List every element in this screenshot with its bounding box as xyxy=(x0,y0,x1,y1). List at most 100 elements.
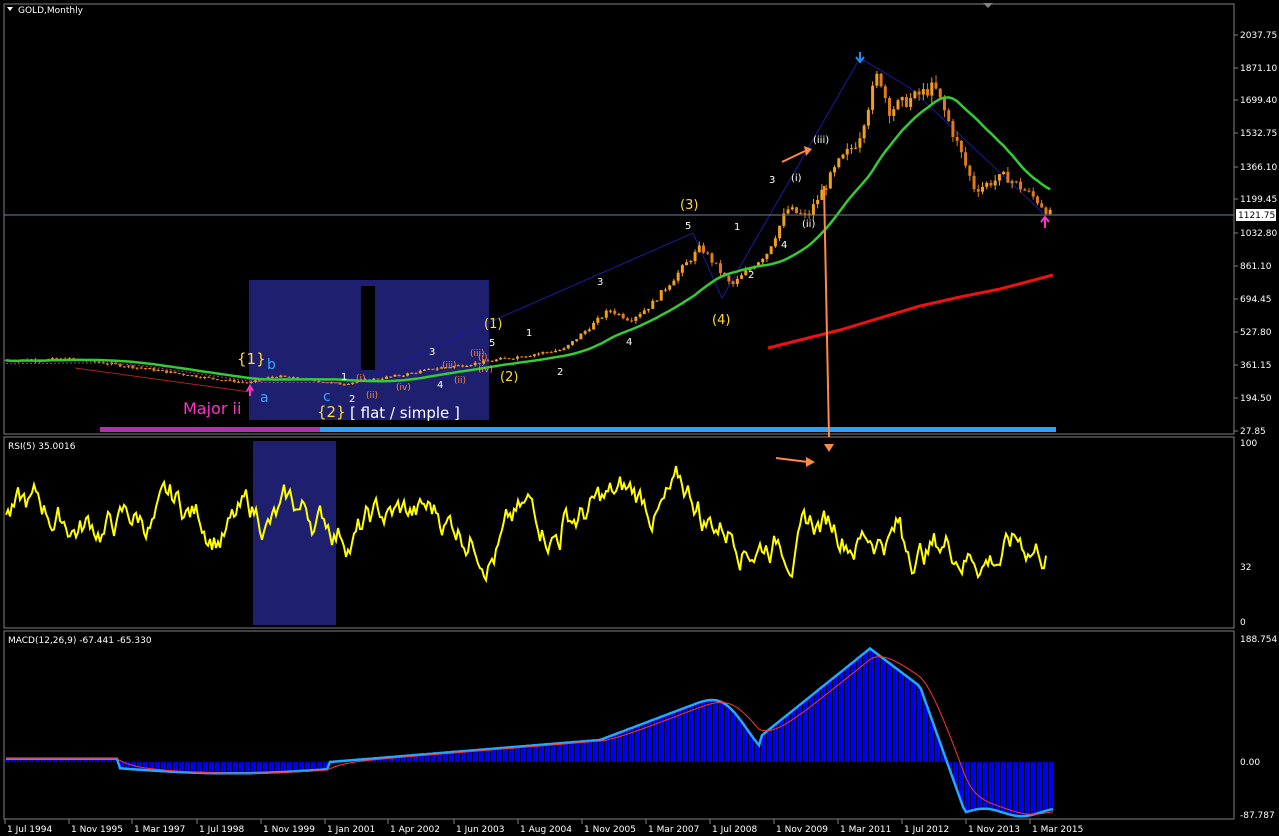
gap-bar xyxy=(361,286,375,370)
macd-signal-line xyxy=(6,656,1054,815)
candle-body xyxy=(562,348,566,351)
candle-body xyxy=(917,91,921,95)
candle-body xyxy=(672,280,676,286)
candle-body xyxy=(909,98,913,107)
candle-body xyxy=(896,100,900,110)
candle-body xyxy=(131,365,135,369)
label-p1: (1) xyxy=(484,317,502,332)
candle-body xyxy=(879,73,883,87)
candle-body xyxy=(173,371,177,374)
candle-body xyxy=(579,333,583,340)
current-price-label: 1121.75 xyxy=(1238,211,1275,221)
label-hi-ii: (ii) xyxy=(802,219,815,230)
candle-body xyxy=(507,358,511,360)
x-tick-label: 1 Jul 1994 xyxy=(7,825,52,835)
candle-body xyxy=(993,180,997,186)
candle-body xyxy=(186,374,190,376)
label-s1: 1 xyxy=(341,372,347,383)
candle-body xyxy=(431,368,435,370)
x-tick-label: 1 Nov 2005 xyxy=(584,825,636,835)
candle-body xyxy=(490,361,494,363)
label-b: b xyxy=(267,357,276,373)
candle-body xyxy=(769,246,773,254)
candle-body xyxy=(346,383,350,385)
candle-body xyxy=(981,186,985,192)
candle-body xyxy=(566,344,570,349)
candle-body xyxy=(494,359,498,362)
price-tick-label: 1366.10 xyxy=(1240,163,1277,173)
label-m2: 2 xyxy=(557,367,563,378)
candle-body xyxy=(841,154,845,159)
candle-body xyxy=(270,376,274,378)
candle-body xyxy=(845,148,849,155)
candle-body xyxy=(697,245,701,252)
candle-body xyxy=(1023,189,1027,191)
candle-body xyxy=(342,384,346,386)
candle-body xyxy=(718,263,722,273)
candle-body xyxy=(532,354,536,356)
candle-body xyxy=(913,91,917,99)
candle-body xyxy=(427,368,431,370)
candle-body xyxy=(156,370,160,372)
rsi-line xyxy=(5,465,1047,584)
candle-body xyxy=(397,375,401,377)
candle-body xyxy=(190,375,194,377)
candle-body xyxy=(663,289,667,291)
candle-body xyxy=(833,167,837,173)
candle-body xyxy=(1019,181,1023,190)
label-hi-iii: (iii) xyxy=(813,135,829,146)
candle-body xyxy=(625,318,629,321)
candle-body xyxy=(921,89,925,95)
label-wave-1-curly: {1} xyxy=(237,350,266,368)
price-tick-label: 194.50 xyxy=(1240,394,1272,404)
x-tick-label: 1 Jul 1998 xyxy=(199,825,244,835)
candle-body xyxy=(773,238,777,247)
candle-body xyxy=(858,138,862,148)
candle-body xyxy=(951,121,955,137)
candle-body xyxy=(1010,181,1014,183)
candle-body xyxy=(790,207,794,210)
price-tick-label: 1699.40 xyxy=(1240,96,1277,106)
candle-body xyxy=(989,182,993,186)
label-n3: 3 xyxy=(769,175,775,186)
x-tick-label: 1 Nov 2013 xyxy=(968,825,1020,835)
chart-title: GOLD,Monthly xyxy=(18,6,84,16)
candle-body xyxy=(549,352,553,354)
candle-body xyxy=(934,82,938,89)
time-axis: 1 Jul 1994 1 Nov 1995 1 Mar 1997 1 Jul 1998… xyxy=(4,819,1083,835)
candle-body xyxy=(499,357,503,360)
candle-body xyxy=(194,375,198,378)
candle-body xyxy=(689,261,693,263)
candle-body xyxy=(596,317,600,323)
candle-body xyxy=(803,213,807,215)
candle-body xyxy=(926,89,930,96)
label-n4: 4 xyxy=(781,240,787,251)
candle-body xyxy=(816,199,820,205)
candle-body xyxy=(680,265,684,273)
candle-body xyxy=(516,356,520,359)
label-p2: (2) xyxy=(500,370,518,385)
candle-body xyxy=(778,225,782,239)
candle-body xyxy=(811,204,815,216)
candle-body xyxy=(220,380,224,382)
price-tick-label: 1871.10 xyxy=(1240,64,1277,74)
candle-body xyxy=(1035,196,1039,204)
candle-body xyxy=(968,165,972,176)
macd-histogram xyxy=(5,648,1054,817)
candle-body xyxy=(617,313,621,315)
scroll-marker-icon[interactable] xyxy=(983,3,993,8)
label-m5: 5 xyxy=(685,221,691,232)
candle-body xyxy=(203,376,207,379)
label-n2: 2 xyxy=(748,270,754,281)
candle-body xyxy=(418,370,422,374)
price-tick-label: 1532.75 xyxy=(1240,129,1277,139)
price-tick-label: 2037.75 xyxy=(1240,31,1277,41)
x-tick-label: 1 Mar 2011 xyxy=(840,825,891,835)
candle-body xyxy=(1048,209,1052,215)
triangle-down-icon[interactable] xyxy=(7,7,13,11)
candle-body xyxy=(232,379,236,383)
candle-body xyxy=(959,140,963,153)
candle-body xyxy=(148,368,152,370)
candle-body xyxy=(537,353,541,355)
macd-tick-top: 188.754 xyxy=(1240,635,1277,645)
